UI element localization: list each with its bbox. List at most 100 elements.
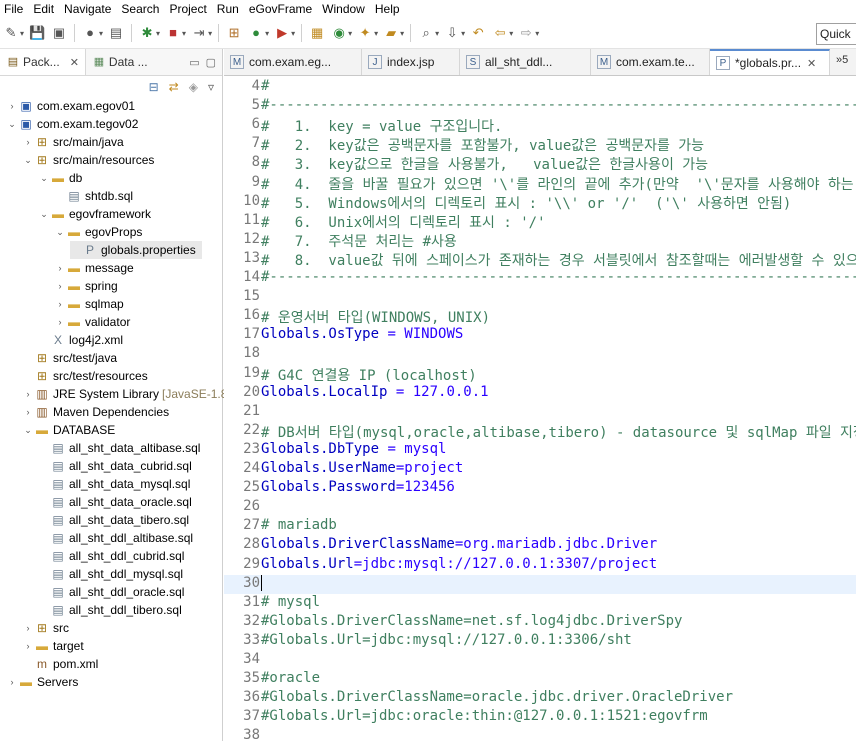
code-line[interactable]: # 운영서버 타입(WINDOWS, UNIX)	[261, 307, 490, 327]
tree-item[interactable]: › ⊞ src/main/java	[22, 133, 124, 151]
menu-run[interactable]: Run	[212, 2, 244, 16]
chevron-down-icon[interactable]: ▾	[20, 29, 24, 38]
search-icon[interactable]: ⌕	[418, 25, 434, 41]
forward-icon[interactable]: ⇨	[518, 25, 534, 41]
tree-item[interactable]: m pom.xml	[22, 655, 98, 673]
focus-icon[interactable]: ◈	[189, 80, 198, 94]
tree-item[interactable]: › ▬ spring	[54, 277, 118, 295]
tree-item[interactable]: › ▬ sqlmap	[54, 295, 124, 313]
editor-tab[interactable]: Sall_sht_ddl...	[460, 49, 591, 75]
chevron-right-icon[interactable]: ›	[54, 263, 66, 273]
code-line[interactable]: Globals.DbType = mysql	[261, 441, 446, 457]
menu-file[interactable]: File	[0, 2, 28, 16]
code-line[interactable]: #Globals.Url=jdbc:oracle:thin:@127.0.0.1…	[261, 708, 708, 724]
code-line[interactable]: # 1. key = value 구조입니다.	[261, 116, 502, 136]
chevron-down-icon[interactable]: ▾	[182, 29, 186, 38]
step-icon[interactable]: ⇥	[191, 25, 207, 41]
menu-edit[interactable]: Edit	[28, 2, 59, 16]
new-icon[interactable]: ✎	[3, 25, 19, 41]
editor-tab[interactable]: P *globals.pr... ✕	[710, 49, 830, 75]
view-menu-icon[interactable]: ▿	[208, 80, 214, 94]
chevron-down-icon[interactable]: ▾	[461, 29, 465, 38]
tree-item[interactable]: Xlog4j2.xml	[38, 331, 123, 349]
chevron-right-icon[interactable]: ›	[22, 407, 34, 417]
tree-item[interactable]: › ▬ validator	[54, 313, 131, 331]
minimize-icon[interactable]: ▭	[189, 56, 199, 69]
chevron-down-icon[interactable]: ▾	[265, 29, 269, 38]
chevron-down-icon[interactable]: ⌄	[22, 425, 34, 436]
menu-project[interactable]: Project	[164, 2, 211, 16]
code-editor[interactable]: 4 #5 #------------------------------------…	[224, 76, 856, 741]
chevron-down-icon[interactable]: ▾	[374, 29, 378, 38]
menu-search[interactable]: Search	[116, 2, 164, 16]
tree-item[interactable]: ▤ all_sht_ddl_mysql.sql	[38, 565, 183, 583]
close-icon[interactable]: ✕	[70, 56, 79, 69]
chevron-right-icon[interactable]: ›	[22, 137, 34, 147]
chevron-down-icon[interactable]: ⌄	[38, 173, 50, 184]
tree-item[interactable]: ⊞ src/test/resources	[22, 367, 148, 385]
new-class-icon[interactable]: ◉	[331, 25, 347, 41]
tree-item[interactable]: ▤ all_sht_data_tibero.sql	[38, 511, 189, 529]
open-folder-icon[interactable]: ▰	[383, 25, 399, 41]
code-line[interactable]: # 2. key값은 공백문자를 포함불가, value값은 공백문자를 가능	[261, 135, 704, 155]
code-line[interactable]: #---------------------------------------…	[261, 269, 856, 285]
tab-package-explorer[interactable]: ▤ Pack... ✕	[0, 49, 86, 75]
code-line[interactable]: # mariadb	[261, 517, 337, 533]
code-line[interactable]: #Globals.Url=jdbc:mysql://127.0.0.1:3306…	[261, 632, 632, 648]
wizard-icon[interactable]: ✦	[357, 25, 373, 41]
chevron-right-icon[interactable]: ›	[6, 677, 18, 687]
tree-item[interactable]: ⌄ ▬ egovframework	[38, 205, 151, 223]
chevron-right-icon[interactable]: ›	[22, 623, 34, 633]
tree-item[interactable]: › ▬ message	[54, 259, 134, 277]
code-line[interactable]: # 6. Unix에서의 디렉토리 표시 : '/'	[261, 212, 546, 232]
editor-tab[interactable]: Jindex.jsp	[362, 49, 460, 75]
code-line[interactable]: #Globals.DriverClassName=oracle.jdbc.dri…	[261, 689, 733, 705]
code-line[interactable]: Globals.Url=jdbc:mysql://127.0.0.1:3307/…	[261, 556, 657, 572]
chevron-right-icon[interactable]: ›	[54, 317, 66, 327]
console-icon[interactable]: ▤	[108, 25, 124, 41]
link-with-editor-icon[interactable]: ⇄	[169, 80, 179, 94]
chevron-down-icon[interactable]: ▾	[291, 29, 295, 38]
editor-tab[interactable]: Mcom.exam.eg...	[224, 49, 362, 75]
close-icon[interactable]: ✕	[807, 57, 816, 70]
code-line[interactable]: # G4C 연결용 IP (localhost)	[261, 365, 477, 385]
tree-item[interactable]: › ▥ JRE System Library [JavaSE-1.8]	[22, 385, 231, 403]
code-line[interactable]: Globals.Password=123456	[261, 479, 455, 495]
code-line[interactable]: # 8. value값 뒤에 스페이스가 존재하는 경우 서블릿에서 참조할때는…	[261, 250, 856, 270]
code-line[interactable]: Globals.DriverClassName=org.mariadb.jdbc…	[261, 536, 657, 552]
quick-access-input[interactable]: Quick	[816, 23, 856, 45]
chevron-down-icon[interactable]: ⌄	[22, 155, 34, 166]
tree-item[interactable]: ▤ all_sht_ddl_oracle.sql	[38, 583, 184, 601]
chevron-down-icon[interactable]: ▾	[535, 29, 539, 38]
tree-item[interactable]: › ▥ Maven Dependencies	[22, 403, 170, 421]
tree-item[interactable]: ▤ all_sht_ddl_cubrid.sql	[38, 547, 184, 565]
user-icon[interactable]: ●	[82, 25, 98, 41]
chevron-right-icon[interactable]: ›	[22, 641, 34, 651]
last-edit-icon[interactable]: ↶	[470, 25, 486, 41]
chevron-down-icon[interactable]: ▾	[509, 29, 513, 38]
chevron-right-icon[interactable]: ›	[6, 101, 18, 111]
debug-icon[interactable]: ✱	[139, 25, 155, 41]
tree-item[interactable]: ▤ all_sht_data_cubrid.sql	[38, 457, 191, 475]
code-line[interactable]: # 4. 줄을 바꿀 필요가 있으면 '\'를 라인의 끝에 추가(만약 '\'…	[261, 174, 856, 194]
chevron-right-icon[interactable]: ›	[54, 299, 66, 309]
editor-tab[interactable]: Mcom.exam.te...	[591, 49, 710, 75]
tree-item[interactable]: › ▣ com.exam.egov01	[6, 97, 136, 115]
chevron-down-icon[interactable]: ▾	[156, 29, 160, 38]
new-project-icon[interactable]: ▦	[309, 25, 325, 41]
tree-item[interactable]: Pglobals.properties	[70, 241, 202, 259]
menu-navigate[interactable]: Navigate	[59, 2, 116, 16]
menu-help[interactable]: Help	[370, 2, 405, 16]
more-tabs-button[interactable]: »5	[836, 54, 848, 66]
chevron-down-icon[interactable]: ▾	[435, 29, 439, 38]
package-icon[interactable]: ⊞	[226, 25, 242, 41]
tree-item[interactable]: ⊞ src/test/java	[22, 349, 117, 367]
chevron-down-icon[interactable]: ▾	[208, 29, 212, 38]
tree-item[interactable]: ▤ shtdb.sql	[54, 187, 133, 205]
tree-item[interactable]: ⌄ ▬ DATABASE	[22, 421, 115, 439]
code-line[interactable]: # 5. Windows에서의 디렉토리 표시 : '\\' or '/' ('…	[261, 193, 791, 213]
code-line[interactable]: #---------------------------------------…	[261, 97, 856, 113]
tree-item[interactable]: ⌄ ▬ db	[38, 169, 82, 187]
chevron-down-icon[interactable]: ⌄	[38, 209, 50, 220]
code-line[interactable]: #Globals.DriverClassName=net.sf.log4jdbc…	[261, 613, 682, 629]
